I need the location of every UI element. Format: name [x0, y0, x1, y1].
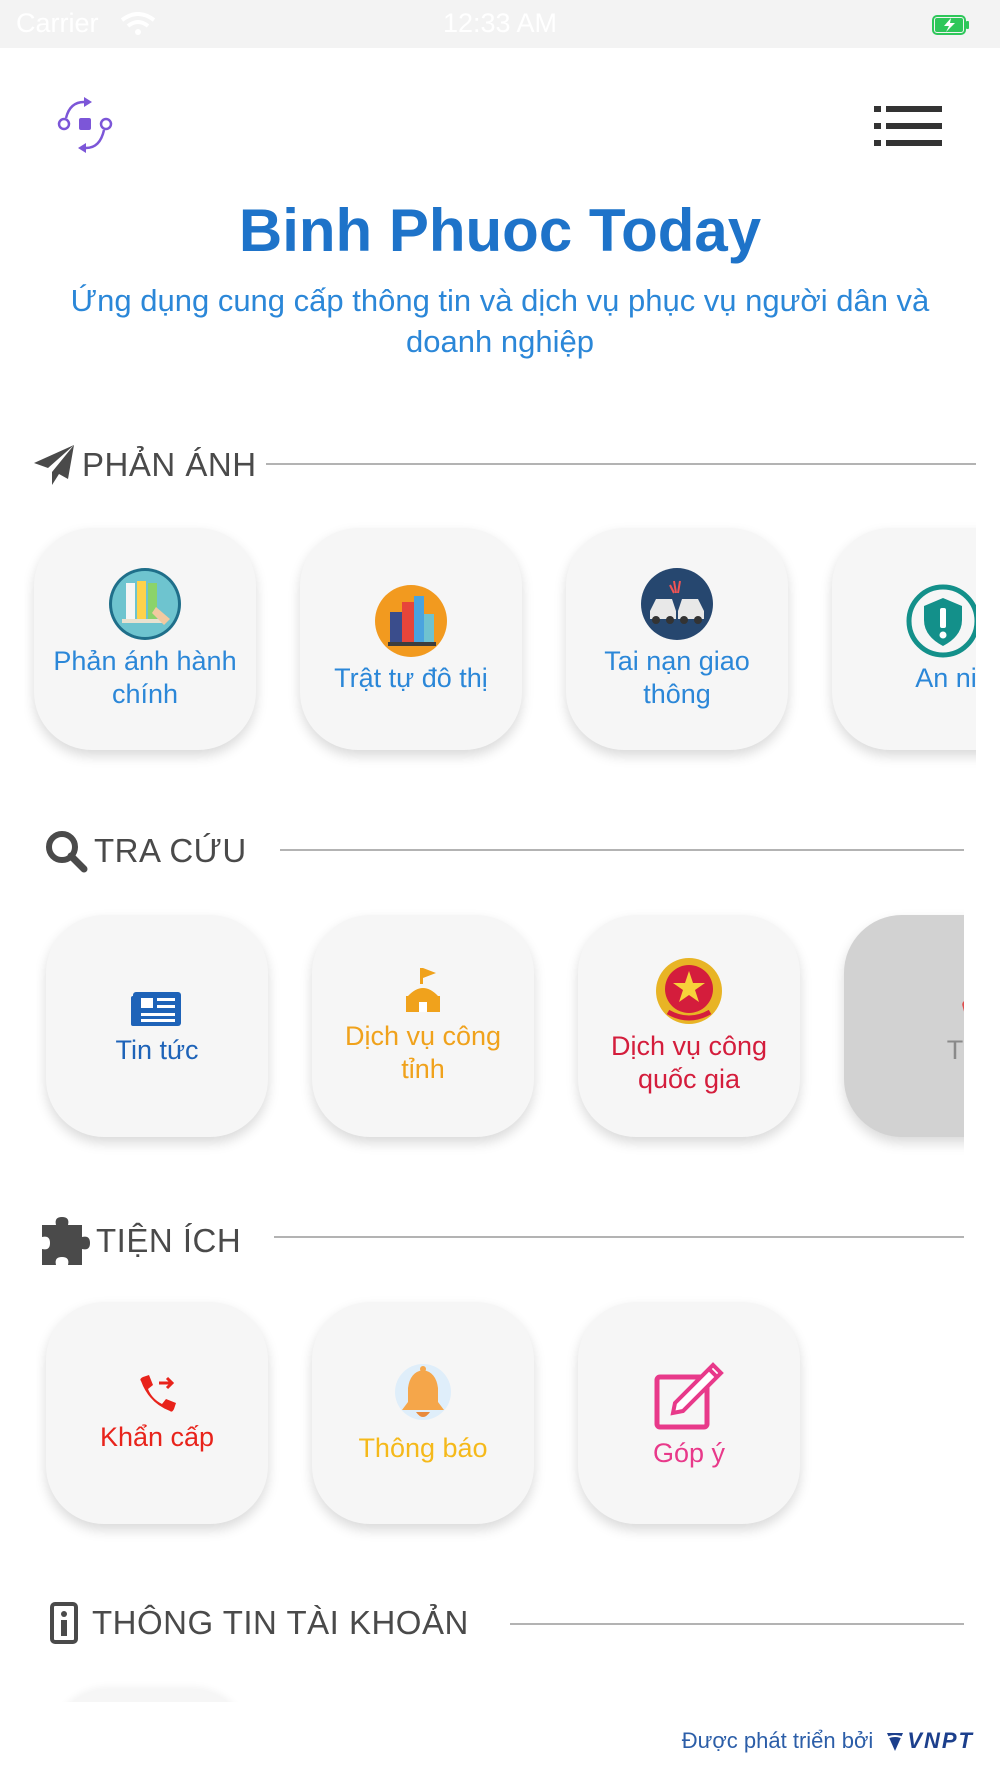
tien-ich-row: Khẩn cấp Thông báo Góp ý — [36, 1292, 964, 1552]
section-title-label: THÔNG TIN TÀI KHOẢN — [92, 1604, 469, 1641]
government-building-icon — [398, 966, 448, 1016]
tile-label: Tin tức — [115, 1034, 199, 1065]
bell-icon — [390, 1362, 456, 1428]
home-screen: { "status_bar": {"carrier": "Carrier", "… — [0, 0, 1000, 1778]
tile-phan-anh-hanh-chinh[interactable]: Phản ánh hành chính — [34, 528, 256, 750]
tile-dich-vu-cong-tinh[interactable]: Dịch vụ công tỉnh — [312, 915, 534, 1137]
section-phan-anh-header: PHẢN ÁNH — [32, 443, 257, 487]
puzzle-icon — [38, 1215, 94, 1267]
vnpt-brand: VNPT — [907, 1728, 974, 1753]
tile-thanh-toan[interactable]: Thanh — [844, 915, 964, 1137]
app-logo-icon[interactable] — [52, 94, 118, 160]
tile-label: Thông báo — [358, 1432, 488, 1463]
city-icon — [374, 584, 448, 658]
shield-icon — [906, 584, 976, 658]
section-title-label: TIỆN ÍCH — [96, 1222, 242, 1259]
phan-anh-row: Phản ánh hành chính Trật tự đô thị Tai n… — [24, 518, 976, 778]
tile-label: An ninh tr — [915, 662, 976, 693]
section-tai-khoan-header: THÔNG TIN TÀI KHOẢN — [50, 1602, 469, 1644]
section-tien-ich-header: TIỆN ÍCH — [38, 1215, 241, 1267]
tile-an-ninh[interactable]: An ninh tr — [832, 528, 976, 750]
tile-khan-cap[interactable]: Khẩn cấp — [46, 1302, 268, 1524]
section-divider — [510, 1623, 964, 1625]
folders-icon — [108, 567, 182, 641]
app-title: Binh Phuoc Today — [238, 197, 762, 264]
tile-label: Khẩn cấp — [99, 1421, 215, 1452]
account-info-icon — [50, 1602, 78, 1644]
tile-thong-bao[interactable]: Thông báo — [312, 1302, 534, 1524]
status-bar: Carrier 12:33 AM — [0, 0, 1000, 48]
section-divider — [274, 1236, 964, 1238]
app-subtitle: Ứng dụng cung cấp thông tin và dịch vụ p… — [70, 283, 930, 359]
tile-label: Trật tự đô thị — [334, 662, 488, 693]
tile-tin-tuc[interactable]: Tin tức — [46, 915, 268, 1137]
newspaper-icon — [129, 986, 185, 1030]
list-menu-icon[interactable] — [874, 106, 942, 146]
tile-label: Thanh — [946, 1034, 964, 1065]
battery-icon — [932, 15, 970, 40]
car-crash-icon — [640, 567, 714, 641]
feedback-edit-icon — [651, 1357, 727, 1433]
footer-text: Được phát triển bởi — [681, 1728, 874, 1753]
section-title-label: TRA CỨU — [94, 832, 247, 869]
footer: Được phát triển bởi VNPT — [682, 1728, 974, 1754]
section-tra-cuu-header: TRA CỨU — [44, 829, 247, 873]
paper-plane-icon — [32, 443, 76, 487]
search-icon — [44, 829, 88, 873]
tile-label: Dịch vụ công quốc gia — [610, 1031, 768, 1094]
tile-label: Dịch vụ công tỉnh — [344, 1021, 502, 1084]
tile-gop-y[interactable]: Góp ý — [578, 1302, 800, 1524]
section-divider — [280, 849, 964, 851]
clock: 12:33 AM — [442, 8, 558, 38]
emergency-phone-icon — [135, 1373, 179, 1417]
tile-label: Tai nạn giao thông — [604, 646, 750, 709]
section-divider — [266, 463, 976, 465]
national-emblem-icon — [654, 956, 724, 1026]
tile-label: Phản ánh hành chính — [53, 646, 237, 709]
vnpt-logo: VNPT — [883, 1728, 974, 1754]
tile-trat-tu-do-thi[interactable]: Trật tự đô thị — [300, 528, 522, 750]
tile-dich-vu-cong-quoc-gia[interactable]: Dịch vụ công quốc gia — [578, 915, 800, 1137]
tile-label: Góp ý — [652, 1437, 726, 1468]
vnpt-logo-icon — [884, 1733, 906, 1751]
payment-card-icon — [960, 986, 964, 1030]
tile-tai-nan-giao-thong[interactable]: Tai nạn giao thông — [566, 528, 788, 750]
section-title-label: PHẢN ÁNH — [82, 446, 257, 483]
tra-cuu-row: Tin tức Dịch vụ công tỉnh Dịch vụ công q… — [36, 905, 964, 1165]
